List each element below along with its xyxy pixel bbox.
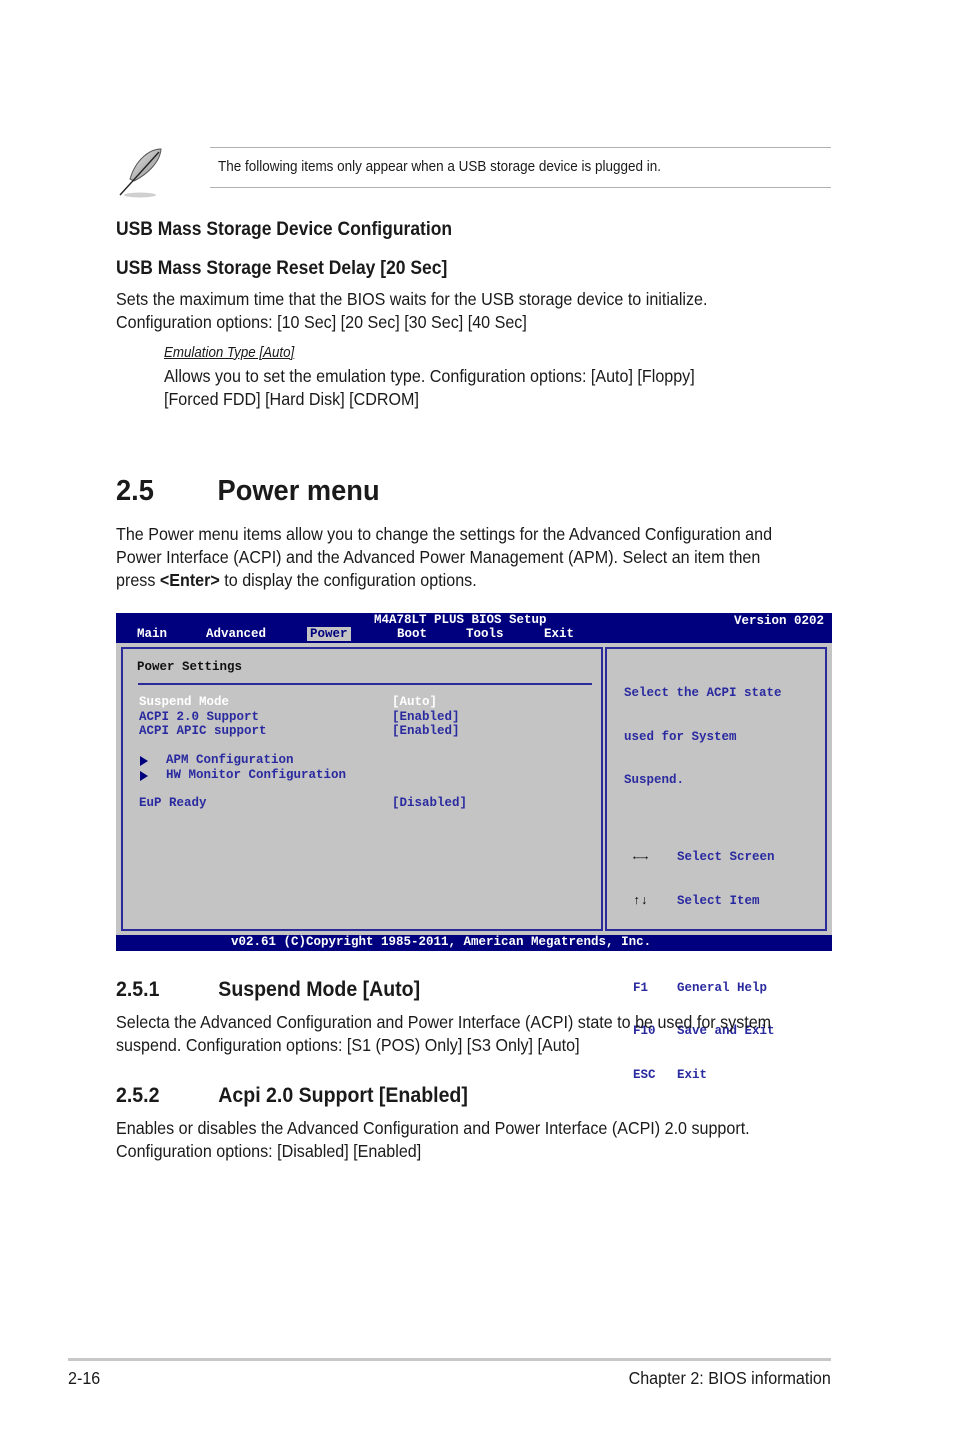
emulation-type-title: Emulation Type [Auto] — [164, 345, 295, 361]
feather-pen-icon — [114, 145, 170, 201]
help-line: used for System — [624, 729, 737, 744]
subsection-title: Suspend Mode [Auto] — [218, 978, 421, 1001]
reset-delay-line-2: Configuration options: [10 Sec] [20 Sec]… — [116, 312, 527, 332]
emulation-line-2: [Forced FDD] [Hard Disk] [CDROM] — [164, 389, 419, 409]
help-text: Select the ACPI state used for System Su… — [624, 657, 782, 817]
page-number: 2-16 — [68, 1368, 101, 1388]
key-action: Select Screen — [677, 850, 775, 864]
subsection-251-heading: 2.5.1 Suspend Mode [Auto] — [116, 978, 420, 1002]
note-bottom-rule — [210, 187, 831, 188]
tab-main[interactable]: Main — [134, 627, 170, 641]
tab-boot[interactable]: Boot — [394, 627, 430, 641]
enter-key-text: <Enter> — [159, 570, 220, 590]
subsection-252-heading: 2.5.2 Acpi 2.0 Support [Enabled] — [116, 1084, 468, 1108]
setting-value: [Auto] — [392, 695, 438, 709]
bios-title: M4A78LT PLUS BIOS Setup — [374, 613, 547, 627]
reset-delay-line-1: Sets the maximum time that the BIOS wait… — [116, 289, 708, 309]
tab-exit[interactable]: Exit — [541, 627, 577, 641]
subsection-title: Acpi 2.0 Support [Enabled] — [218, 1084, 468, 1107]
setting-label: Suspend Mode — [139, 695, 230, 709]
usb-config-heading: USB Mass Storage Device Configuration — [116, 219, 453, 240]
suspend-line-1: Selecta the Advanced Configuration and P… — [116, 1012, 772, 1032]
up-down-arrows-icon: ↑↓ — [633, 893, 649, 908]
submenu-arrow-icon — [140, 756, 148, 766]
setting-value: [Disabled] — [392, 796, 468, 810]
subsection-number: 2.5.1 — [116, 978, 160, 1001]
key-action: Select Item — [677, 893, 760, 908]
chapter-title: Chapter 2: BIOS information — [628, 1368, 831, 1388]
submenu-arrow-icon — [140, 771, 148, 781]
key-row: F1 General Help — [633, 981, 775, 996]
key-row: ESC Exit — [633, 1068, 775, 1083]
help-pane: Select the ACPI state used for System Su… — [605, 647, 827, 1082]
help-line: Select the ACPI state — [624, 686, 782, 700]
intro-line-3: press <Enter> to display the configurati… — [116, 569, 477, 592]
subsection-number: 2.5.2 — [116, 1084, 160, 1107]
intro-line-1: The Power menu items allow you to change… — [116, 524, 773, 544]
setting-value: [Enabled] — [392, 710, 460, 724]
acpi-line-2: Configuration options: [Disabled] [Enabl… — [116, 1141, 422, 1161]
setting-value: [Enabled] — [392, 724, 460, 738]
submenu-label: HW Monitor Configuration — [166, 768, 347, 782]
bios-menu-bar: M4A78LT PLUS BIOS Setup Version 0202 Mai… — [116, 613, 832, 643]
reset-delay-heading: USB Mass Storage Reset Delay [20 Sec] — [116, 258, 448, 279]
key-row: ←→ Select Screen — [633, 850, 775, 865]
bios-version: Version 0202 — [733, 614, 824, 628]
intro-suffix: to display the configuration options. — [219, 570, 477, 590]
section-number: 2.5 — [116, 475, 154, 507]
intro-prefix: press — [116, 570, 160, 590]
bios-copyright: v02.61 (C)Copyright 1985-2011, American … — [231, 935, 652, 949]
power-settings-title: Power Settings — [137, 660, 243, 674]
submenu-label: APM Configuration — [166, 753, 294, 767]
left-right-arrows-icon: ←→ — [633, 850, 649, 864]
key-legend: ←→Select Screen ↑↓Select Item +-Change O… — [633, 821, 775, 1111]
setting-label: ACPI APIC support — [139, 724, 267, 738]
help-line: Suspend. — [624, 773, 685, 787]
tab-tools[interactable]: Tools — [463, 627, 507, 641]
setting-label: EuP Ready — [139, 796, 207, 810]
acpi-line-1: Enables or disables the Advanced Configu… — [116, 1118, 750, 1138]
section-heading: 2.5 Power menu — [116, 475, 380, 508]
settings-pane: Power Settings Suspend Mode [Auto] ACPI … — [121, 647, 603, 931]
key-name: ESC — [633, 1067, 656, 1082]
section-title: Power menu — [217, 475, 380, 507]
bios-screen: M4A78LT PLUS BIOS Setup Version 0202 Mai… — [116, 613, 832, 1082]
note-top-rule — [210, 147, 831, 148]
settings-divider — [138, 683, 592, 685]
key-action: Exit — [677, 1067, 708, 1082]
tab-advanced[interactable]: Advanced — [203, 627, 269, 641]
key-action: General Help — [677, 980, 768, 995]
key-name: F1 — [633, 980, 649, 995]
note-text: The following items only appear when a U… — [218, 159, 662, 175]
tab-power[interactable]: Power — [307, 627, 351, 641]
emulation-line-1: Allows you to set the emulation type. Co… — [164, 366, 695, 386]
footer-rule — [68, 1358, 831, 1361]
bios-status-bar: v02.61 (C)Copyright 1985-2011, American … — [116, 935, 832, 951]
key-row: ↑↓ Select Item — [633, 894, 775, 909]
intro-line-2: Power Interface (ACPI) and the Advanced … — [116, 547, 761, 567]
setting-label: ACPI 2.0 Support — [139, 710, 260, 724]
suspend-line-2: suspend. Configuration options: [S1 (POS… — [116, 1035, 580, 1055]
